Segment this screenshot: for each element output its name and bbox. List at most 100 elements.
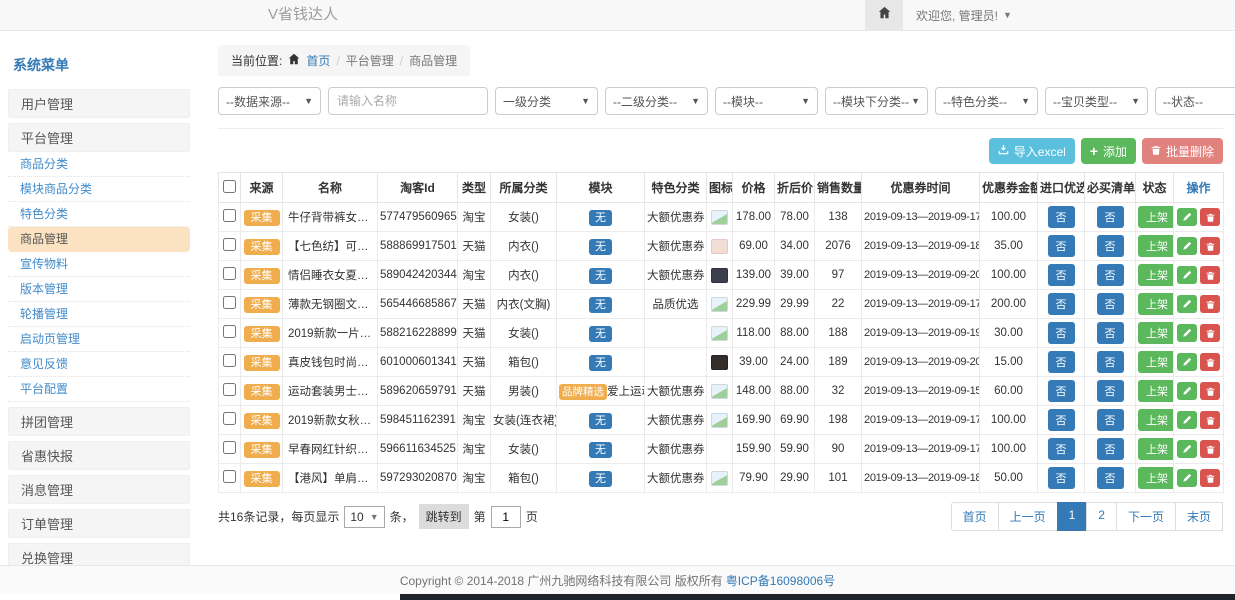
filter-select[interactable]: --模块--▼ [715, 87, 818, 115]
sidebar-item[interactable]: 模块商品分类 [8, 177, 190, 202]
bulk-delete-button[interactable]: 批量删除 [1142, 138, 1223, 164]
page-button[interactable]: 2 [1086, 502, 1117, 531]
sidebar-item[interactable]: 拼团管理 [8, 407, 190, 436]
filter-select[interactable]: 一级分类▼ [495, 87, 598, 115]
delete-button[interactable] [1200, 382, 1220, 400]
delete-button[interactable] [1200, 266, 1220, 284]
filter-select[interactable]: --模块下分类--▼ [825, 87, 928, 115]
import-select-toggle[interactable]: 否 [1048, 206, 1075, 228]
edit-button[interactable] [1177, 382, 1197, 400]
must-buy-toggle[interactable]: 否 [1097, 293, 1124, 315]
row-checkbox[interactable] [223, 325, 236, 338]
sidebar-item[interactable]: 启动页管理 [8, 327, 190, 352]
edit-button[interactable] [1177, 237, 1197, 255]
status-badge[interactable]: 上架 [1138, 293, 1174, 315]
edit-button[interactable] [1177, 208, 1197, 226]
row-checkbox[interactable] [223, 267, 236, 280]
page-button[interactable]: 末页 [1175, 502, 1223, 531]
sidebar-item[interactable]: 宣传物料 [8, 252, 190, 277]
page-button[interactable]: 上一页 [998, 502, 1058, 531]
row-checkbox[interactable] [223, 354, 236, 367]
status-badge[interactable]: 上架 [1138, 438, 1174, 460]
edit-button[interactable] [1177, 353, 1197, 371]
delete-button[interactable] [1200, 295, 1220, 313]
status-badge[interactable]: 上架 [1138, 322, 1174, 344]
page-button[interactable]: 下一页 [1116, 502, 1176, 531]
sidebar-item[interactable]: 平台配置 [8, 377, 190, 402]
must-buy-toggle[interactable]: 否 [1097, 467, 1124, 489]
filter-select[interactable]: --二级分类--▼ [605, 87, 708, 115]
status-badge[interactable]: 上架 [1138, 409, 1174, 431]
filter-select[interactable]: --宝贝类型--▼ [1045, 87, 1148, 115]
must-buy-toggle[interactable]: 否 [1097, 206, 1124, 228]
row-checkbox[interactable] [223, 238, 236, 251]
status-badge[interactable]: 上架 [1138, 351, 1174, 373]
page-number-input[interactable] [491, 506, 521, 528]
import-select-toggle[interactable]: 否 [1048, 380, 1075, 402]
edit-button[interactable] [1177, 266, 1197, 284]
delete-button[interactable] [1200, 208, 1220, 226]
import-excel-button[interactable]: 导入excel [989, 138, 1075, 164]
import-select-toggle[interactable]: 否 [1048, 467, 1075, 489]
edit-button[interactable] [1177, 411, 1197, 429]
select-all-checkbox[interactable] [223, 180, 236, 193]
must-buy-toggle[interactable]: 否 [1097, 380, 1124, 402]
delete-button[interactable] [1200, 469, 1220, 487]
row-checkbox[interactable] [223, 412, 236, 425]
import-select-toggle[interactable]: 否 [1048, 409, 1075, 431]
name-search-input[interactable] [328, 87, 488, 115]
sidebar-item[interactable]: 轮播管理 [8, 302, 190, 327]
icp-link[interactable]: 粤ICP备16098006号 [726, 572, 835, 589]
delete-button[interactable] [1200, 353, 1220, 371]
per-page-select[interactable]: 10▼ [344, 506, 384, 528]
row-checkbox[interactable] [223, 441, 236, 454]
sidebar-item[interactable]: 省惠快报 [8, 441, 190, 470]
home-button[interactable] [865, 0, 903, 30]
filter-select[interactable]: --特色分类--▼ [935, 87, 1038, 115]
must-buy-toggle[interactable]: 否 [1097, 438, 1124, 460]
must-buy-toggle[interactable]: 否 [1097, 322, 1124, 344]
user-menu[interactable]: 欢迎您, 管理员! ▼ [916, 7, 1012, 24]
sidebar-item[interactable]: 商品管理 [8, 227, 190, 252]
sidebar-item[interactable]: 商品分类 [8, 152, 190, 177]
page-button[interactable]: 首页 [951, 502, 999, 531]
import-select-toggle[interactable]: 否 [1048, 235, 1075, 257]
edit-button[interactable] [1177, 295, 1197, 313]
must-buy-toggle[interactable]: 否 [1097, 409, 1124, 431]
page-button[interactable]: 1 [1057, 502, 1088, 531]
filter-select[interactable]: --状态--▼ [1155, 87, 1235, 115]
import-select-toggle[interactable]: 否 [1048, 264, 1075, 286]
import-select-toggle[interactable]: 否 [1048, 322, 1075, 344]
delete-button[interactable] [1200, 440, 1220, 458]
edit-button[interactable] [1177, 440, 1197, 458]
delete-button[interactable] [1200, 324, 1220, 342]
delete-button[interactable] [1200, 411, 1220, 429]
edit-button[interactable] [1177, 469, 1197, 487]
sidebar-item[interactable]: 版本管理 [8, 277, 190, 302]
sidebar-item[interactable]: 特色分类 [8, 202, 190, 227]
sidebar-item[interactable]: 意见反馈 [8, 352, 190, 377]
jump-button[interactable]: 跳转到 [419, 504, 469, 529]
status-badge[interactable]: 上架 [1138, 380, 1174, 402]
status-badge[interactable]: 上架 [1138, 206, 1174, 228]
add-button[interactable]: + 添加 [1081, 138, 1136, 164]
sidebar-item[interactable]: 兑换管理 [8, 543, 190, 566]
sidebar-item[interactable]: 平台管理 [8, 123, 190, 152]
sidebar-item[interactable]: 订单管理 [8, 509, 190, 538]
import-select-toggle[interactable]: 否 [1048, 351, 1075, 373]
must-buy-toggle[interactable]: 否 [1097, 351, 1124, 373]
import-select-toggle[interactable]: 否 [1048, 438, 1075, 460]
data-source-select[interactable]: --数据来源--▼ [218, 87, 321, 115]
status-badge[interactable]: 上架 [1138, 467, 1174, 489]
row-checkbox[interactable] [223, 209, 236, 222]
must-buy-toggle[interactable]: 否 [1097, 264, 1124, 286]
sidebar-item[interactable]: 消息管理 [8, 475, 190, 504]
status-badge[interactable]: 上架 [1138, 235, 1174, 257]
import-select-toggle[interactable]: 否 [1048, 293, 1075, 315]
row-checkbox[interactable] [223, 470, 236, 483]
row-checkbox[interactable] [223, 383, 236, 396]
delete-button[interactable] [1200, 237, 1220, 255]
sidebar-item[interactable]: 用户管理 [8, 89, 190, 118]
edit-button[interactable] [1177, 324, 1197, 342]
must-buy-toggle[interactable]: 否 [1097, 235, 1124, 257]
